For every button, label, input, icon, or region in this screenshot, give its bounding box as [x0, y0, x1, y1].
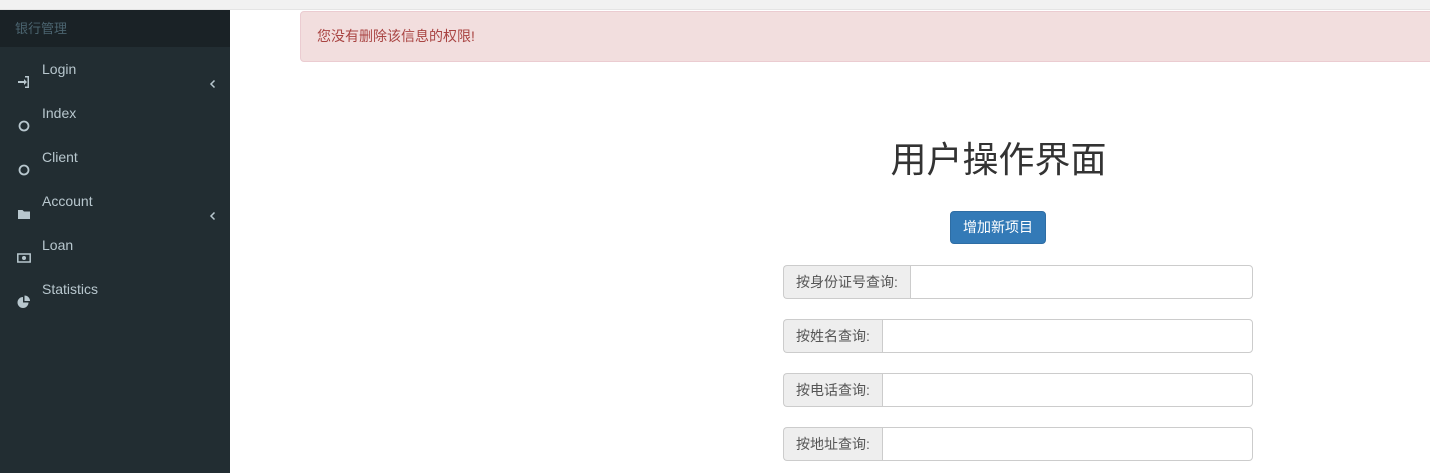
search-by-id-input[interactable] [909, 265, 1253, 299]
main-content: 您没有删除该信息的权限! 用户操作界面 增加新项目 按身份证号查询: 按姓名查询… [230, 10, 1430, 473]
sidebar: 银行管理 Login Index Client Account Loan Sta… [0, 10, 230, 473]
browser-top-strip [0, 0, 1430, 10]
sidebar-header: 银行管理 [0, 10, 230, 47]
search-by-address-input[interactable] [881, 427, 1253, 461]
sidebar-item-client[interactable]: Client [0, 135, 230, 179]
search-by-address-group: 按地址查询: [783, 427, 1253, 461]
search-by-phone-label: 按电话查询: [783, 373, 882, 407]
add-new-item-button[interactable]: 增加新项目 [950, 211, 1046, 244]
page-title: 用户操作界面 [890, 139, 1107, 180]
search-by-phone-group: 按电话查询: [783, 373, 1253, 407]
sidebar-item-login[interactable]: Login [0, 47, 230, 91]
sidebar-item-label: Account [42, 193, 93, 209]
search-by-address-label: 按地址查询: [783, 427, 882, 461]
money-icon [17, 238, 31, 263]
chevron-left-icon [207, 195, 219, 221]
circle-icon [17, 106, 31, 132]
search-by-name-label: 按姓名查询: [783, 319, 882, 353]
error-alert: 您没有删除该信息的权限! [300, 11, 1430, 62]
sidebar-item-label: Loan [42, 237, 74, 253]
sidebar-item-statistics[interactable]: Statistics [0, 267, 230, 311]
sidebar-item-label: Login [42, 61, 77, 77]
chevron-left-icon [207, 63, 219, 89]
sidebar-item-label: Index [42, 105, 77, 121]
circle-icon [17, 150, 31, 176]
sidebar-item-label: Client [42, 149, 78, 165]
sidebar-item-account[interactable]: Account [0, 179, 230, 223]
search-by-phone-input[interactable] [881, 373, 1253, 407]
search-by-name-group: 按姓名查询: [783, 319, 1253, 353]
search-by-id-group: 按身份证号查询: [783, 265, 1253, 299]
folder-icon [17, 194, 31, 219]
search-by-name-input[interactable] [881, 319, 1253, 353]
search-by-id-label: 按身份证号查询: [783, 265, 910, 299]
sidebar-item-index[interactable]: Index [0, 91, 230, 135]
sign-in-icon [17, 62, 31, 88]
sidebar-item-label: Statistics [42, 281, 99, 297]
sidebar-item-loan[interactable]: Loan [0, 223, 230, 267]
pie-chart-icon [17, 282, 31, 308]
